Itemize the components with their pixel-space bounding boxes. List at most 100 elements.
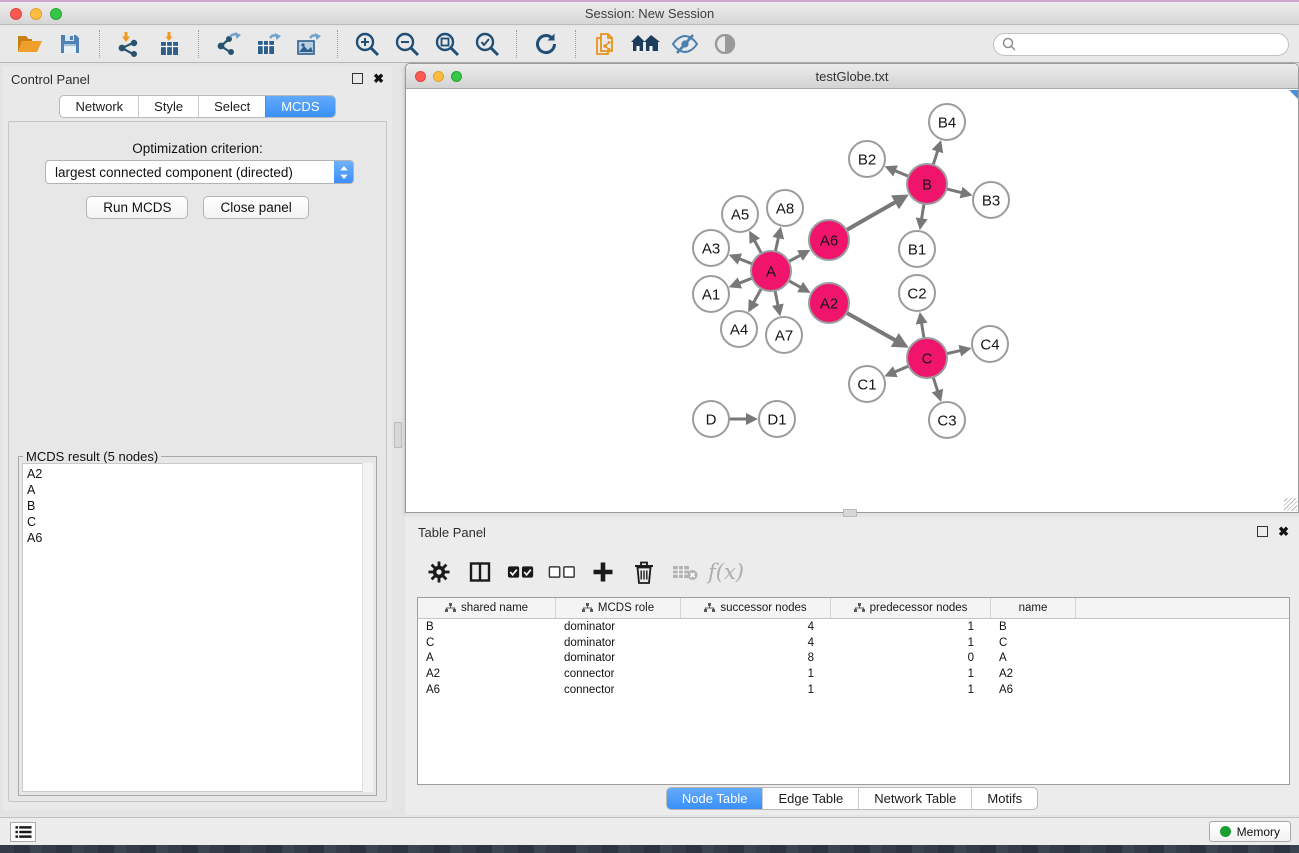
result-scrollbar[interactable] [362, 463, 373, 792]
column-header-mcds-role[interactable]: MCDS role [556, 598, 681, 618]
deselect-all-button[interactable] [548, 558, 576, 586]
graph-node-B[interactable]: B [907, 164, 947, 204]
graph-node-A6[interactable]: A6 [809, 220, 849, 260]
tab-select[interactable]: Select [198, 96, 265, 117]
vertical-splitter-grip[interactable] [394, 422, 402, 448]
close-panel-icon[interactable]: ✖ [373, 73, 384, 84]
new-network-from-selection-button[interactable] [589, 29, 621, 59]
table-row[interactable]: A6connector11A6 [418, 682, 1289, 698]
network-canvas[interactable]: B4 B2 B B3 A5A8A6 A3 B1 A A1 C2 A2 A4A7 C4 C C1 C3 D D1 [406, 90, 1298, 512]
create-column-button[interactable] [589, 558, 617, 586]
svg-text:A2: A2 [820, 295, 838, 312]
tab-network[interactable]: Network [60, 96, 138, 117]
show-task-history-button[interactable] [10, 822, 36, 842]
delete-column-button[interactable] [630, 558, 658, 586]
close-table-panel-icon[interactable]: ✖ [1278, 526, 1289, 537]
save-session-button[interactable] [54, 29, 86, 59]
table-row[interactable]: Bdominator41B [418, 619, 1289, 635]
close-panel-button[interactable]: Close panel [203, 196, 308, 219]
column-header-name[interactable]: name [991, 598, 1076, 618]
svg-text:A3: A3 [702, 240, 720, 257]
control-panel-title: Control Panel [11, 72, 90, 87]
mcds-result-item[interactable]: A2 [27, 466, 372, 482]
tab-node-table[interactable]: Node Table [667, 788, 763, 809]
mcds-result-item[interactable]: B [27, 498, 372, 514]
float-table-panel-icon[interactable] [1257, 526, 1268, 537]
graph-node-C1[interactable]: C1 [849, 366, 885, 402]
show-graphics-details-button[interactable] [709, 29, 741, 59]
svg-text:C1: C1 [857, 376, 876, 393]
open-session-button[interactable] [14, 29, 46, 59]
function-builder-button-disabled: f(x) [712, 558, 740, 586]
toolbar-search[interactable] [993, 33, 1289, 56]
tab-style[interactable]: Style [138, 96, 198, 117]
mcds-result-group: MCDS result (5 nodes) A2ABCA6 [18, 456, 377, 796]
show-column-panel-button[interactable] [466, 558, 494, 586]
table-cell: A6 [991, 684, 1076, 696]
optimization-criterion-select[interactable]: largest connected component (directed) [45, 160, 354, 184]
graph-node-A4[interactable]: A4 [721, 311, 757, 347]
graph-node-C2[interactable]: C2 [899, 275, 935, 311]
graph-edge-A2-C[interactable] [845, 312, 898, 342]
zoom-in-button[interactable] [351, 29, 383, 59]
graph-node-C4[interactable]: C4 [972, 326, 1008, 362]
table-cell: connector [556, 668, 681, 680]
run-mcds-button[interactable]: Run MCDS [86, 196, 188, 219]
graph-node-B3[interactable]: B3 [973, 182, 1009, 218]
export-table-button[interactable] [252, 29, 284, 59]
table-row[interactable]: Adominator80A [418, 651, 1289, 667]
column-type-icon [854, 603, 865, 613]
graph-node-A[interactable]: A [751, 251, 791, 291]
table-row[interactable]: Cdominator41C [418, 635, 1289, 651]
column-header-predecessor-nodes[interactable]: predecessor nodes [831, 598, 991, 618]
graph-node-A3[interactable]: A3 [693, 230, 729, 266]
graph-node-A1[interactable]: A1 [693, 276, 729, 312]
zoom-selected-button[interactable] [471, 29, 503, 59]
gear-icon [428, 561, 450, 583]
table-settings-button[interactable] [425, 558, 453, 586]
mcds-result-item[interactable]: C [27, 514, 372, 530]
graph-node-B2[interactable]: B2 [849, 141, 885, 177]
import-table-button[interactable] [153, 29, 185, 59]
graph-node-B1[interactable]: B1 [899, 231, 935, 267]
float-panel-icon[interactable] [352, 73, 363, 84]
tab-network-table[interactable]: Network Table [858, 788, 971, 809]
tab-edge-table[interactable]: Edge Table [762, 788, 858, 809]
table-cell: 0 [831, 652, 991, 664]
search-input[interactable] [1016, 37, 1280, 51]
import-network-button[interactable] [113, 29, 145, 59]
svg-text:D: D [706, 411, 717, 428]
zoom-out-button[interactable] [391, 29, 423, 59]
graph-edge-A6-B[interactable] [845, 201, 898, 231]
select-all-button[interactable] [507, 558, 535, 586]
table-row[interactable]: A2connector11A2 [418, 666, 1289, 682]
graph-node-D[interactable]: D [693, 401, 729, 437]
graph-node-B4[interactable]: B4 [929, 104, 965, 140]
view-resize-grip[interactable] [1284, 498, 1297, 511]
hide-panels-button[interactable] [669, 29, 701, 59]
tab-mcds[interactable]: MCDS [265, 96, 334, 117]
zoom-fit-button[interactable] [431, 29, 463, 59]
export-network-button[interactable] [212, 29, 244, 59]
graph-node-A5[interactable]: A5 [722, 196, 758, 232]
apply-layout-button[interactable] [530, 29, 562, 59]
horizontal-splitter-grip[interactable] [843, 509, 857, 517]
graph-node-A8[interactable]: A8 [767, 190, 803, 226]
mcds-result-item[interactable]: A [27, 482, 372, 498]
network-graph[interactable]: B4 B2 B B3 A5A8A6 A3 B1 A A1 C2 A2 A4A7 C4 C C1 C3 D D1 [406, 90, 1298, 512]
graph-node-D1[interactable]: D1 [759, 401, 795, 437]
graph-node-A7[interactable]: A7 [766, 317, 802, 353]
trash-icon [634, 561, 654, 584]
graph-node-C[interactable]: C [907, 338, 947, 378]
column-header-successor-nodes[interactable]: successor nodes [681, 598, 831, 618]
import-network-icon [116, 31, 142, 57]
memory-button[interactable]: Memory [1209, 821, 1291, 842]
column-header-shared-name[interactable]: shared name [418, 598, 556, 618]
table-cell: connector [556, 684, 681, 696]
export-image-button[interactable] [292, 29, 324, 59]
cyndex-browse-button[interactable] [629, 29, 661, 59]
mcds-result-item[interactable]: A6 [27, 530, 372, 546]
graph-node-C3[interactable]: C3 [929, 402, 965, 438]
graph-node-A2[interactable]: A2 [809, 283, 849, 323]
tab-motifs[interactable]: Motifs [971, 788, 1037, 809]
